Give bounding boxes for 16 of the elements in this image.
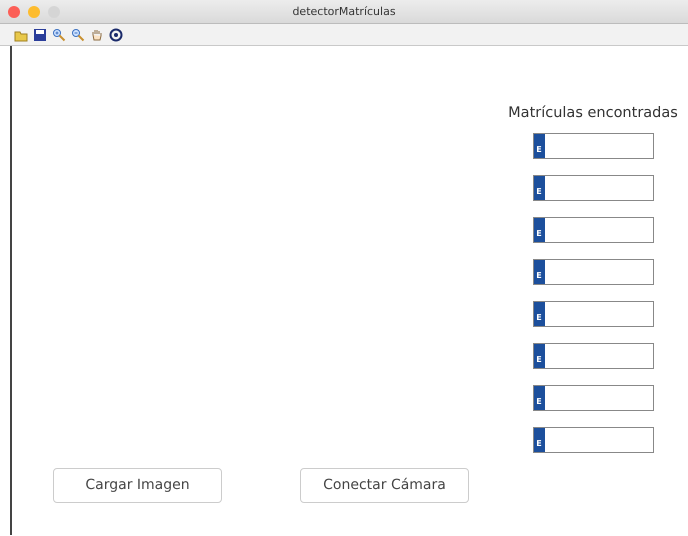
country-strip: E <box>534 218 544 242</box>
panel-heading: Matrículas encontradas <box>508 104 678 123</box>
country-strip: E <box>534 176 544 200</box>
hand-icon[interactable] <box>90 28 104 42</box>
country-strip: E <box>534 344 544 368</box>
country-strip: E <box>534 302 544 326</box>
window-title: detectorMatrículas <box>292 4 396 20</box>
country-strip: E <box>534 428 544 452</box>
country-strip: E <box>534 260 544 284</box>
action-button[interactable]: Conectar Cámara <box>300 468 469 503</box>
zoom-out-icon[interactable] <box>71 28 85 42</box>
country-strip: E <box>534 134 544 158</box>
close-button[interactable] <box>8 6 20 18</box>
zoom-in-icon[interactable] <box>52 28 66 42</box>
action-button[interactable]: Cargar Imagen <box>53 468 222 503</box>
country-strip: E <box>534 386 544 410</box>
